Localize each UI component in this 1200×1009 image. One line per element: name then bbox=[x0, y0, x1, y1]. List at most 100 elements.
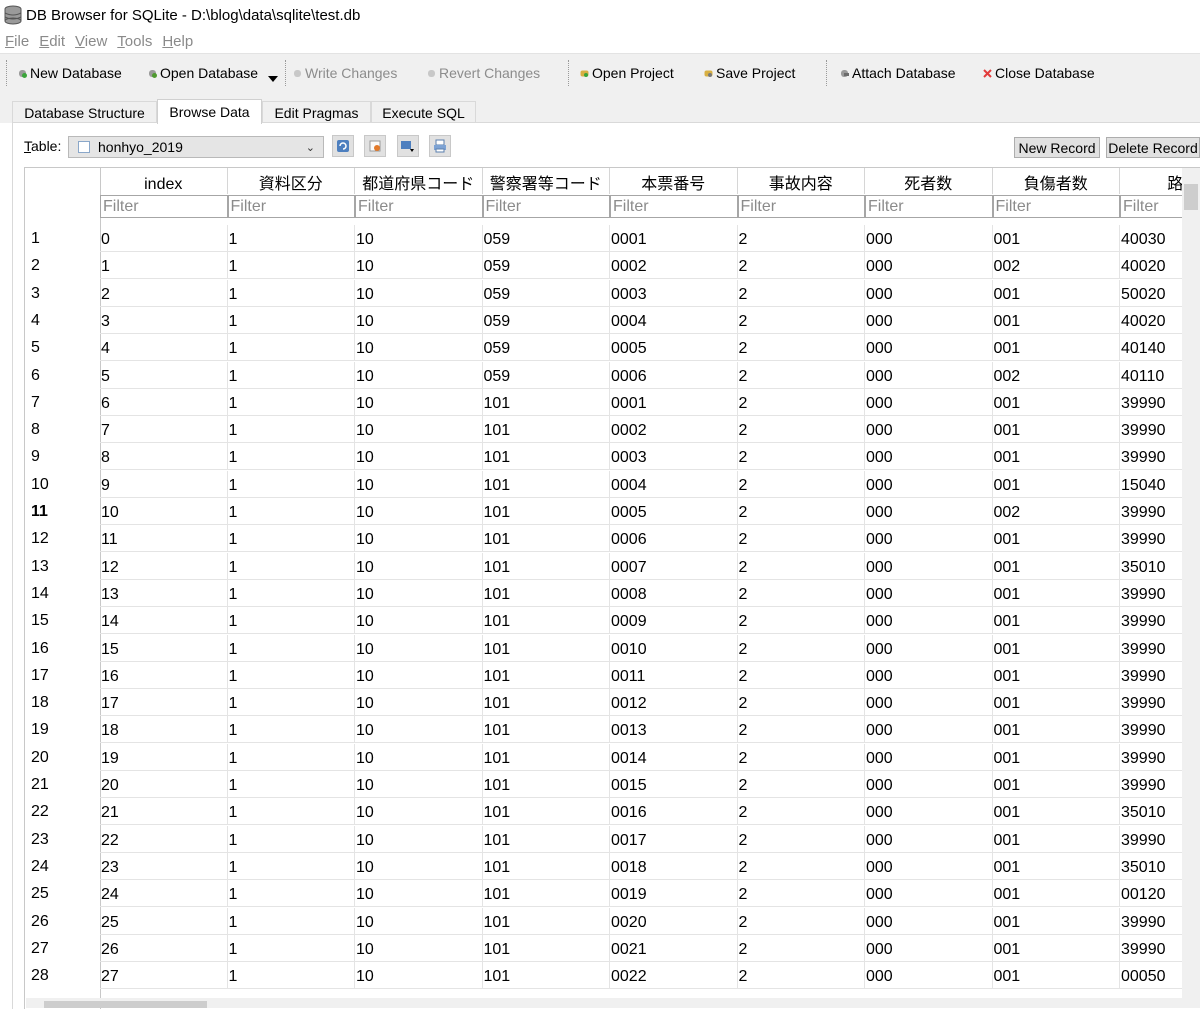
table-cell-index[interactable]: 6 bbox=[100, 388, 228, 416]
table-cell-honpyo-bango[interactable]: 0005 bbox=[610, 334, 738, 362]
table-row[interactable]: 19 18 1 10 101 0013 2 000 001 39990 bbox=[25, 716, 1200, 744]
filter-input-shisha-su[interactable]: Filter bbox=[865, 195, 993, 218]
table-cell-fushosha-su[interactable]: 001 bbox=[992, 716, 1120, 744]
table-cell-shisha-su[interactable]: 000 bbox=[865, 252, 993, 280]
table-cell-index[interactable]: 12 bbox=[100, 552, 228, 580]
table-cell-shiryo-kubun[interactable]: 1 bbox=[227, 716, 355, 744]
table-row[interactable]: 25 24 1 10 101 0019 2 000 001 00120 bbox=[25, 880, 1200, 908]
table-cell-index[interactable]: 24 bbox=[100, 880, 228, 908]
table-cell-fushosha-su[interactable]: 001 bbox=[992, 279, 1120, 307]
filter-input-shiryo-kubun[interactable]: Filter bbox=[227, 195, 355, 218]
table-cell-keisatsusho-code[interactable]: 101 bbox=[482, 852, 610, 880]
row-number[interactable]: 13 bbox=[31, 553, 49, 580]
table-cell-index[interactable]: 1 bbox=[100, 252, 228, 280]
table-row[interactable]: 22 21 1 10 101 0016 2 000 001 35010 bbox=[25, 798, 1200, 826]
table-cell-todofuken-code[interactable]: 10 bbox=[355, 880, 483, 908]
table-cell-shisha-su[interactable]: 000 bbox=[865, 825, 993, 853]
table-cell-shiryo-kubun[interactable]: 1 bbox=[227, 552, 355, 580]
table-cell-fushosha-su[interactable]: 001 bbox=[992, 634, 1120, 662]
table-cell-honpyo-bango[interactable]: 0021 bbox=[610, 934, 738, 962]
table-cell-honpyo-bango[interactable]: 0014 bbox=[610, 743, 738, 771]
table-cell-honpyo-bango[interactable]: 0007 bbox=[610, 552, 738, 580]
table-cell-honpyo-bango[interactable]: 0019 bbox=[610, 880, 738, 908]
table-cell-jiko-naiyo[interactable]: 2 bbox=[737, 388, 865, 416]
table-cell-honpyo-bango[interactable]: 0008 bbox=[610, 579, 738, 607]
table-cell-keisatsusho-code[interactable]: 101 bbox=[482, 661, 610, 689]
menu-file[interactable]: File bbox=[5, 33, 29, 50]
table-row[interactable]: 23 22 1 10 101 0017 2 000 001 39990 bbox=[25, 825, 1200, 853]
tab-browse-data[interactable]: Browse Data bbox=[157, 99, 262, 124]
table-cell-fushosha-su[interactable]: 001 bbox=[992, 225, 1120, 252]
table-cell-fushosha-su[interactable]: 001 bbox=[992, 798, 1120, 826]
table-cell-jiko-naiyo[interactable]: 2 bbox=[737, 334, 865, 362]
table-row[interactable]: 16 15 1 10 101 0010 2 000 001 39990 bbox=[25, 634, 1200, 662]
table-cell-honpyo-bango[interactable]: 0010 bbox=[610, 634, 738, 662]
table-cell-fushosha-su[interactable]: 001 bbox=[992, 306, 1120, 334]
table-row[interactable]: 13 12 1 10 101 0007 2 000 001 35010 bbox=[25, 552, 1200, 580]
table-cell-index[interactable]: 8 bbox=[100, 443, 228, 471]
table-row[interactable]: 28 27 1 10 101 0022 2 000 001 00050 bbox=[25, 962, 1200, 990]
table-cell-shiryo-kubun[interactable]: 1 bbox=[227, 962, 355, 990]
table-cell-todofuken-code[interactable]: 10 bbox=[355, 470, 483, 498]
row-number[interactable]: 27 bbox=[31, 935, 49, 962]
table-cell-todofuken-code[interactable]: 10 bbox=[355, 334, 483, 362]
column-header-keisatsusho-code[interactable]: 警察署等コード bbox=[483, 168, 610, 194]
attach-database-button[interactable]: Attach Database bbox=[840, 64, 956, 82]
table-cell-jiko-naiyo[interactable]: 2 bbox=[737, 225, 865, 252]
table-cell-jiko-naiyo[interactable]: 2 bbox=[737, 689, 865, 717]
table-cell-shiryo-kubun[interactable]: 1 bbox=[227, 443, 355, 471]
table-cell-fushosha-su[interactable]: 001 bbox=[992, 907, 1120, 935]
table-cell-honpyo-bango[interactable]: 0018 bbox=[610, 852, 738, 880]
table-cell-honpyo-bango[interactable]: 0001 bbox=[610, 225, 738, 252]
table-cell-jiko-naiyo[interactable]: 2 bbox=[737, 470, 865, 498]
table-cell-todofuken-code[interactable]: 10 bbox=[355, 498, 483, 525]
table-cell-keisatsusho-code[interactable]: 101 bbox=[482, 498, 610, 525]
table-row[interactable]: 7 6 1 10 101 0001 2 000 001 39990 bbox=[25, 388, 1200, 416]
table-cell-todofuken-code[interactable]: 10 bbox=[355, 443, 483, 471]
row-number[interactable]: 12 bbox=[31, 525, 49, 552]
table-cell-jiko-naiyo[interactable]: 2 bbox=[737, 579, 865, 607]
open-database-dropdown-icon[interactable] bbox=[268, 76, 278, 82]
table-cell-honpyo-bango[interactable]: 0003 bbox=[610, 279, 738, 307]
table-cell-index[interactable]: 2 bbox=[100, 279, 228, 307]
column-header-todofuken-code[interactable]: 都道府県コード bbox=[355, 168, 483, 194]
table-cell-todofuken-code[interactable]: 10 bbox=[355, 252, 483, 280]
table-cell-index[interactable]: 7 bbox=[100, 416, 228, 444]
table-cell-keisatsusho-code[interactable]: 101 bbox=[482, 552, 610, 580]
row-number[interactable]: 10 bbox=[31, 471, 49, 498]
column-header-honpyo-bango[interactable]: 本票番号 bbox=[610, 168, 738, 194]
table-cell-todofuken-code[interactable]: 10 bbox=[355, 771, 483, 798]
table-cell-todofuken-code[interactable]: 10 bbox=[355, 225, 483, 252]
table-cell-keisatsusho-code[interactable]: 101 bbox=[482, 771, 610, 798]
table-cell-fushosha-su[interactable]: 002 bbox=[992, 498, 1120, 525]
table-cell-index[interactable]: 10 bbox=[100, 498, 228, 525]
table-cell-honpyo-bango[interactable]: 0004 bbox=[610, 470, 738, 498]
filter-input-index[interactable]: Filter bbox=[100, 195, 228, 218]
table-cell-honpyo-bango[interactable]: 0009 bbox=[610, 607, 738, 635]
table-cell-todofuken-code[interactable]: 10 bbox=[355, 962, 483, 990]
table-cell-shisha-su[interactable]: 000 bbox=[865, 306, 993, 334]
table-cell-honpyo-bango[interactable]: 0004 bbox=[610, 306, 738, 334]
row-number[interactable]: 15 bbox=[31, 607, 49, 634]
row-number[interactable]: 14 bbox=[31, 580, 49, 607]
table-cell-shisha-su[interactable]: 000 bbox=[865, 771, 993, 798]
table-cell-index[interactable]: 22 bbox=[100, 825, 228, 853]
table-cell-todofuken-code[interactable]: 10 bbox=[355, 607, 483, 635]
column-header-jiko-naiyo[interactable]: 事故内容 bbox=[738, 168, 865, 194]
table-cell-fushosha-su[interactable]: 001 bbox=[992, 443, 1120, 471]
table-cell-jiko-naiyo[interactable]: 2 bbox=[737, 306, 865, 334]
table-cell-jiko-naiyo[interactable]: 2 bbox=[737, 498, 865, 525]
table-cell-shisha-su[interactable]: 000 bbox=[865, 334, 993, 362]
table-cell-fushosha-su[interactable]: 001 bbox=[992, 771, 1120, 798]
table-cell-index[interactable]: 13 bbox=[100, 579, 228, 607]
table-cell-jiko-naiyo[interactable]: 2 bbox=[737, 361, 865, 389]
table-cell-shisha-su[interactable]: 000 bbox=[865, 552, 993, 580]
row-number[interactable]: 4 bbox=[31, 307, 40, 334]
table-cell-todofuken-code[interactable]: 10 bbox=[355, 279, 483, 307]
row-number[interactable]: 9 bbox=[31, 443, 40, 470]
table-cell-keisatsusho-code[interactable]: 101 bbox=[482, 798, 610, 826]
table-cell-honpyo-bango[interactable]: 0020 bbox=[610, 907, 738, 935]
row-number[interactable]: 25 bbox=[31, 880, 49, 907]
table-cell-index[interactable]: 9 bbox=[100, 470, 228, 498]
delete-record-button[interactable]: Delete Record bbox=[1106, 137, 1200, 158]
